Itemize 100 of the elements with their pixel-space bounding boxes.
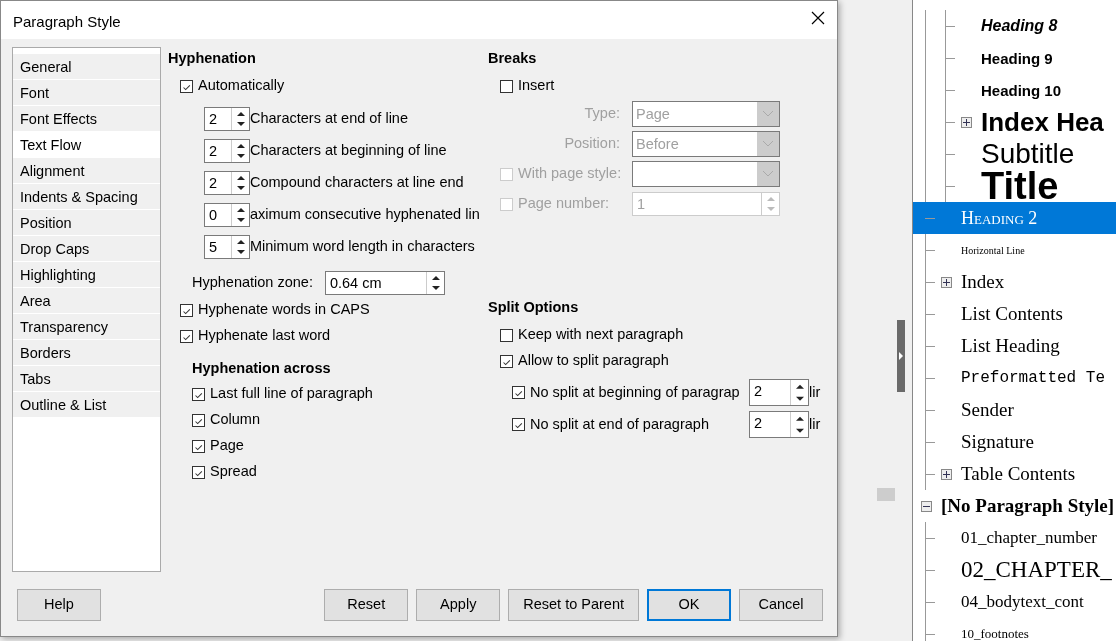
style-item[interactable]: 01_chapter_number xyxy=(913,522,1116,554)
style-item[interactable]: Subtitle xyxy=(913,138,1116,170)
sidebar-item[interactable]: Transparency xyxy=(13,314,160,340)
triangle-icon xyxy=(897,351,905,361)
style-item[interactable]: 02_CHAPTER_ xyxy=(913,554,1116,586)
style-item[interactable]: 04_bodytext_cont xyxy=(913,586,1116,618)
spin-label: Compound characters at line end xyxy=(250,173,464,193)
style-item[interactable]: Preformatted Te xyxy=(913,362,1116,394)
dropdown[interactable] xyxy=(632,161,780,187)
checkbox[interactable] xyxy=(512,418,525,431)
window-title: Paragraph Style xyxy=(13,12,121,29)
panel-toggle-handle[interactable] xyxy=(897,320,905,392)
style-item[interactable]: Index Hea xyxy=(913,106,1116,138)
sidebar-item[interactable]: Drop Caps xyxy=(13,236,160,262)
sidebar-item[interactable]: Indents & Spacing xyxy=(13,184,160,210)
checkbox-label: Insert xyxy=(518,76,555,96)
unit-label: lir xyxy=(809,382,821,402)
section-heading: Split Options xyxy=(488,298,580,317)
sidebar-item[interactable]: Outline & List xyxy=(13,392,160,418)
sidebar-item[interactable]: Borders xyxy=(13,340,160,366)
checkbox-label: Last full line of paragraph xyxy=(210,384,373,404)
spin-field[interactable]: 0 xyxy=(204,203,250,227)
style-item[interactable]: Heading 10 xyxy=(913,74,1116,106)
style-item[interactable]: Heading 9 xyxy=(913,42,1116,74)
dialog-button[interactable]: Apply xyxy=(416,589,501,621)
checkbox[interactable] xyxy=(180,79,193,93)
sidebar-item[interactable]: General xyxy=(13,54,160,80)
spin-field[interactable]: 2 xyxy=(749,411,809,438)
caret-icon xyxy=(762,170,774,178)
sidebar-item[interactable]: Position xyxy=(13,210,160,236)
expander-plus-icon[interactable] xyxy=(941,276,952,288)
spin-label: Minimum word length in characters xyxy=(250,237,475,257)
checkbox-label: Keep with next paragraph xyxy=(518,325,684,345)
style-item[interactable]: List Contents xyxy=(913,298,1116,330)
checkbox-label: Hyphenate words in CAPS xyxy=(198,300,370,320)
checkbox-label: Spread xyxy=(210,462,257,482)
dialog-button[interactable]: Cancel xyxy=(739,589,823,621)
field-label: Position: xyxy=(564,134,620,154)
style-item[interactable]: Heading 2 xyxy=(913,202,1116,234)
spin-field[interactable]: 2 xyxy=(204,107,250,131)
dialog-button[interactable]: Reset xyxy=(324,589,409,621)
unit-label: lir xyxy=(809,414,821,434)
checkbox-label: No split at beginning of paragrap xyxy=(530,382,740,402)
expander-plus-icon[interactable] xyxy=(941,468,952,480)
field-label: Type: xyxy=(584,104,620,124)
sidebar-item[interactable]: Area xyxy=(13,288,160,314)
field-label: Hyphenation zone: xyxy=(192,273,313,293)
sidebar-item[interactable]: Font xyxy=(13,80,160,106)
checkbox-label: With page style: xyxy=(518,164,622,184)
checkbox[interactable] xyxy=(500,79,513,93)
sidebar-item[interactable]: Alignment xyxy=(13,158,160,184)
checkbox[interactable] xyxy=(192,465,205,479)
sidebar-item[interactable]: Font Effects xyxy=(13,106,160,132)
style-item[interactable]: Horizontal Line xyxy=(913,234,1116,266)
caret-icon xyxy=(762,140,774,148)
section-heading: Breaks xyxy=(488,49,538,68)
scrollbar-thumb[interactable] xyxy=(877,488,895,501)
style-item[interactable]: Heading 8 xyxy=(913,10,1116,42)
checkbox[interactable] xyxy=(192,439,205,453)
checkbox[interactable] xyxy=(180,329,193,343)
style-item[interactable]: [No Paragraph Style] xyxy=(913,490,1116,522)
dialog-button[interactable]: Reset to Parent xyxy=(508,589,639,621)
checkbox-label: Page number: xyxy=(518,194,610,214)
section-heading: Hyphenation xyxy=(168,49,257,68)
checkbox[interactable] xyxy=(192,413,205,427)
spin-field[interactable]: 2 xyxy=(204,171,250,195)
checkbox[interactable] xyxy=(512,386,525,399)
style-item[interactable]: Index xyxy=(913,266,1116,298)
checkbox[interactable] xyxy=(500,354,513,368)
dialog-button[interactable]: OK xyxy=(647,589,731,621)
sidebar-item[interactable]: Highlighting xyxy=(13,262,160,288)
checkbox-label: Allow to split paragraph xyxy=(518,351,669,371)
spin-field[interactable]: 0.64 cm xyxy=(324,271,445,295)
spin-label: Characters at beginning of line xyxy=(250,141,447,161)
caret-icon xyxy=(762,110,774,118)
checkbox-label: Hyphenate last word xyxy=(198,326,331,346)
sidebar-item[interactable]: Tabs xyxy=(13,366,160,392)
section-heading: Hyphenation across xyxy=(192,359,332,378)
style-item[interactable]: Table Contents xyxy=(913,458,1116,490)
checkbox-label: No split at end of paragraph xyxy=(530,414,709,434)
dialog-button[interactable]: Help xyxy=(17,589,101,621)
style-item[interactable]: Title xyxy=(913,170,1116,202)
close-icon[interactable] xyxy=(811,11,825,25)
spin-label: Characters at end of line xyxy=(250,109,408,129)
spin-field[interactable]: 2 xyxy=(204,139,250,163)
style-item[interactable]: 10_footnotes xyxy=(913,618,1116,641)
expander-plus-icon[interactable] xyxy=(961,116,972,128)
spin-label: aximum consecutive hyphenated lin xyxy=(250,205,480,225)
checkbox[interactable] xyxy=(500,328,513,342)
checkbox-label: Page xyxy=(210,436,244,456)
expander-minus-icon[interactable] xyxy=(921,500,932,512)
checkbox[interactable] xyxy=(192,387,205,401)
style-item[interactable]: Signature xyxy=(913,426,1116,458)
style-item[interactable]: Sender xyxy=(913,394,1116,426)
checkbox-label: Column xyxy=(210,410,260,430)
style-item[interactable]: List Heading xyxy=(913,330,1116,362)
spin-field[interactable]: 2 xyxy=(749,379,809,406)
checkbox-label: Automatically xyxy=(198,76,285,96)
checkbox[interactable] xyxy=(180,303,193,317)
spin-field[interactable]: 5 xyxy=(204,235,250,259)
